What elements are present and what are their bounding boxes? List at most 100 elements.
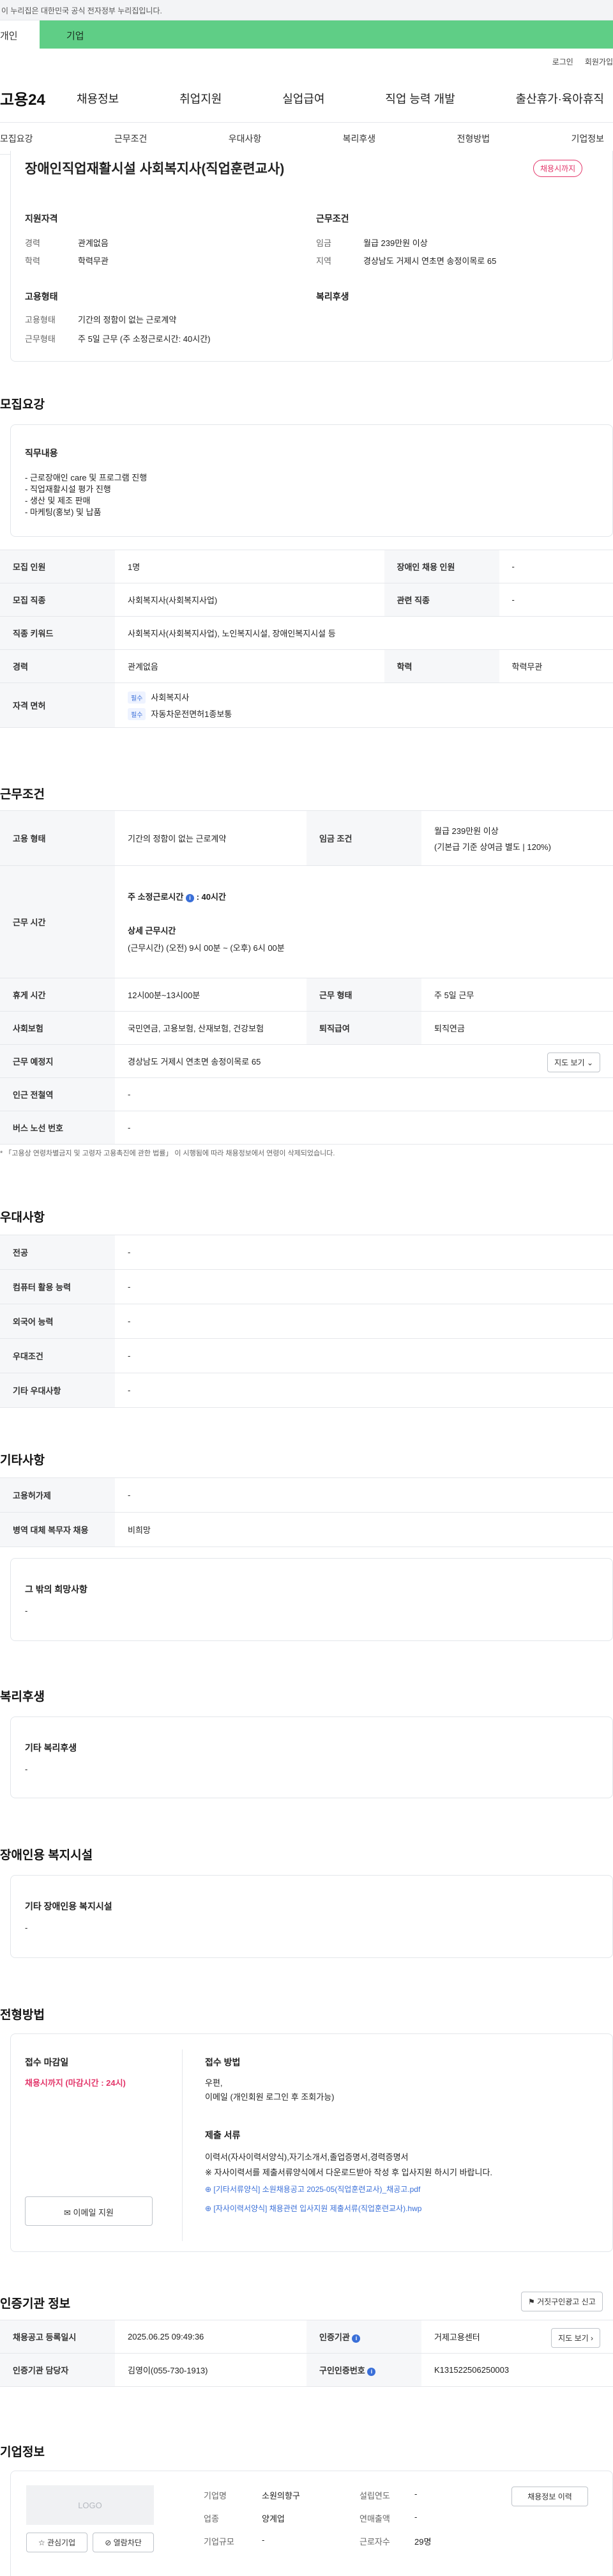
keyword-value: 사회복지사(사회복지사업), 노인복지시설, 장애인복지시설 등 bbox=[115, 616, 613, 650]
favorite-button[interactable]: ☆ 관심기업 bbox=[26, 2533, 87, 2552]
company-name-label: 기업명 bbox=[204, 2491, 227, 2501]
retirement-value: 퇴직연금 bbox=[421, 1011, 613, 1045]
job-value: 사회복지사(사회복지사업) bbox=[115, 583, 384, 617]
duty-line-3: - 생산 및 제조 판매 bbox=[25, 496, 91, 505]
employees-label: 근로자수 bbox=[359, 2537, 390, 2547]
place-value: 경상남도 거제시 연초면 송정이목로 65 bbox=[128, 1057, 261, 1067]
edu-value: 학력무관 bbox=[78, 256, 109, 266]
attachment-icon: ⊕ bbox=[205, 2204, 212, 2213]
emp-value: 기간의 정함이 없는 근로계약 bbox=[78, 315, 177, 325]
etc-title: 기타사항 bbox=[0, 1454, 45, 1467]
email-apply-button[interactable]: ✉ 이메일 지원 bbox=[25, 2196, 153, 2226]
work-type-value: 주 5일 근무 bbox=[421, 978, 613, 1012]
deadline-badge: 채용시까지 bbox=[533, 160, 583, 177]
member-type-tabs: 개인 기업 bbox=[0, 20, 613, 49]
block-icon: ⊘ bbox=[105, 2538, 112, 2547]
tab-business[interactable]: 기업 bbox=[40, 20, 613, 49]
subway-label: 인근 전철역 bbox=[0, 1077, 115, 1111]
email-apply-label: 이메일 지원 bbox=[73, 2208, 114, 2217]
history-button[interactable]: 채용정보 이력 bbox=[511, 2487, 588, 2506]
org-label: 인증기관 bbox=[319, 2333, 350, 2342]
preference-title: 우대사항 bbox=[0, 1211, 45, 1224]
subnav-welfare[interactable]: 복리후생 bbox=[343, 132, 376, 145]
hours-cell: 주 소정근로시간 i : 40시간 상세 근무시간 (근무시간) (오전) 9시… bbox=[115, 865, 613, 978]
disabled-label: 장애인 채용 인원 bbox=[384, 550, 499, 583]
favorite-label: 관심기업 bbox=[47, 2538, 76, 2547]
subnav-company[interactable]: 기업정보 bbox=[571, 132, 604, 145]
conditions-section-title: 근무조건 bbox=[0, 788, 45, 801]
disabled-value: - bbox=[499, 550, 613, 583]
org-value: 거제고용센터 bbox=[434, 2333, 480, 2342]
industry-value: 양계업 bbox=[262, 2514, 285, 2524]
subway-value: - bbox=[115, 1077, 613, 1111]
hope-card: 그 밖의 희망사항 - bbox=[10, 1558, 613, 1641]
license-label: 자격 면허 bbox=[0, 683, 115, 728]
computer-label: 컴퓨터 활용 능력 bbox=[0, 1269, 115, 1304]
year-label: 설립연도 bbox=[359, 2491, 390, 2501]
join-link[interactable]: 회원가입 bbox=[585, 56, 613, 67]
period-value: 채용시까지 (마감시간 : 24시) bbox=[25, 2078, 126, 2088]
docs-2: ※ 자사이력서를 제출서류양식에서 다운로드받아 작성 후 입사지원 하시기 바… bbox=[205, 2168, 493, 2177]
info-icon[interactable]: i bbox=[185, 894, 194, 902]
insurance-label: 사회보험 bbox=[0, 1011, 115, 1045]
pref-cond-label: 우대조건 bbox=[0, 1338, 115, 1373]
method-1: 우편, bbox=[205, 2078, 223, 2088]
process-title: 전형방법 bbox=[0, 2009, 45, 2022]
table-row: 자격 면허 필수 사회복지사 필수 자동차운전면허1종보통 bbox=[0, 683, 613, 728]
hours-value: : 40시간 bbox=[196, 892, 226, 902]
emp-type-title: 고용형태 bbox=[25, 291, 58, 302]
gnb-unemployment[interactable]: 실업급여 bbox=[282, 90, 324, 107]
file-link-1[interactable]: ⊕ [기타서류양식] 소원채용공고 2025-05(직업훈련교사)_채공고.pd… bbox=[205, 2184, 420, 2194]
disabled-sub: 기타 장애인용 복지시설 bbox=[25, 1901, 112, 1911]
related-label: 관련 직종 bbox=[384, 583, 499, 617]
table-row: 기타 우대사항 - bbox=[0, 1373, 613, 1408]
site-logo[interactable]: 고용24 bbox=[0, 87, 77, 109]
subnav-recruit[interactable]: 모집요강 bbox=[0, 132, 33, 145]
career-label: 경력 bbox=[25, 238, 40, 248]
qualification-title: 지원자격 bbox=[25, 213, 58, 224]
gnb-training[interactable]: 직업 능력 개발 bbox=[385, 90, 455, 107]
company-name-value: 소원의향구 bbox=[262, 2491, 300, 2501]
gnb-leave[interactable]: 출산휴가·육아휴직 bbox=[516, 90, 604, 107]
place-label: 근무 예정지 bbox=[0, 1044, 115, 1078]
subnav-preference[interactable]: 우대사항 bbox=[229, 132, 262, 145]
size-value: - bbox=[262, 2535, 265, 2545]
age-note: * 「고용상 연령차별금지 및 고령자 고용촉진에 관한 법률」 이 시행됨에 … bbox=[0, 1150, 335, 1157]
mail-icon: ✉ bbox=[64, 2208, 71, 2217]
map-button[interactable]: 지도 보기 ⌄ bbox=[547, 1053, 600, 1072]
duty-line-4: - 마케팅(홍보) 및 납품 bbox=[25, 507, 102, 517]
job-label: 모집 직종 bbox=[0, 583, 115, 617]
block-button[interactable]: ⊘ 열람차단 bbox=[93, 2533, 154, 2552]
subnav-process[interactable]: 전형방법 bbox=[457, 132, 490, 145]
military-label: 병역 대체 복무자 채용 bbox=[0, 1512, 115, 1547]
cert-no-value: K131522506250003 bbox=[421, 2353, 613, 2387]
wage-cond-cell: 월급 239만원 이상 (기본급 기준 상여금 별도 | 120%) bbox=[421, 810, 613, 866]
info-icon[interactable]: i bbox=[352, 2334, 361, 2343]
login-link[interactable]: 로그인 bbox=[552, 56, 573, 67]
required-tag: 필수 bbox=[128, 707, 146, 720]
star-icon: ☆ bbox=[38, 2538, 45, 2547]
gnb-jobs[interactable]: 채용정보 bbox=[77, 90, 119, 107]
duty-title: 직무내용 bbox=[25, 448, 58, 458]
license-2: 자동차운전면허1종보통 bbox=[151, 709, 232, 719]
area-label: 지역 bbox=[316, 256, 331, 266]
table-row: 모집 직종 사회복지사(사회복지사업) 관련 직종 - bbox=[0, 583, 613, 617]
recruit-title: 모집요강 bbox=[0, 398, 45, 412]
tab-individual[interactable]: 개인 bbox=[0, 20, 40, 49]
language-value: - bbox=[115, 1304, 613, 1339]
etc-pref-label: 기타 우대사항 bbox=[0, 1373, 115, 1408]
report-button[interactable]: ⚑ 거짓구인광고 신고 bbox=[521, 2292, 603, 2311]
detail-hours-value: (근무시간) (오전) 9시 00분 ~ (오후) 6시 00분 bbox=[128, 943, 285, 953]
disabled-section-title: 장애인용 복지시설 bbox=[0, 1849, 93, 1862]
table-row: 휴게 시간 12시00분~13시00분 근무 형태 주 5일 근무 bbox=[0, 978, 613, 1012]
info-icon[interactable]: i bbox=[367, 2368, 376, 2376]
company-card: LOGO ☆ 관심기업 ⊘ 열람차단 기업명 소원의향구 업종 양계업 기업규모… bbox=[10, 2471, 613, 2576]
period-title: 접수 마감일 bbox=[25, 2057, 69, 2067]
org-map-button[interactable]: 지도 보기 › bbox=[551, 2328, 600, 2348]
file-link-2[interactable]: ⊕ [자사이력서양식] 채용관련 입사지원 제출서류(직업훈련교사).hwp bbox=[205, 2203, 421, 2214]
subnav-conditions[interactable]: 근무조건 bbox=[114, 132, 148, 145]
gnb-support[interactable]: 취업지원 bbox=[179, 90, 222, 107]
edu-value-2: 학력무관 bbox=[499, 649, 613, 683]
industry-label: 업종 bbox=[204, 2514, 219, 2524]
duty-line-1: - 근로장애인 care 및 프로그램 진행 bbox=[25, 473, 148, 482]
